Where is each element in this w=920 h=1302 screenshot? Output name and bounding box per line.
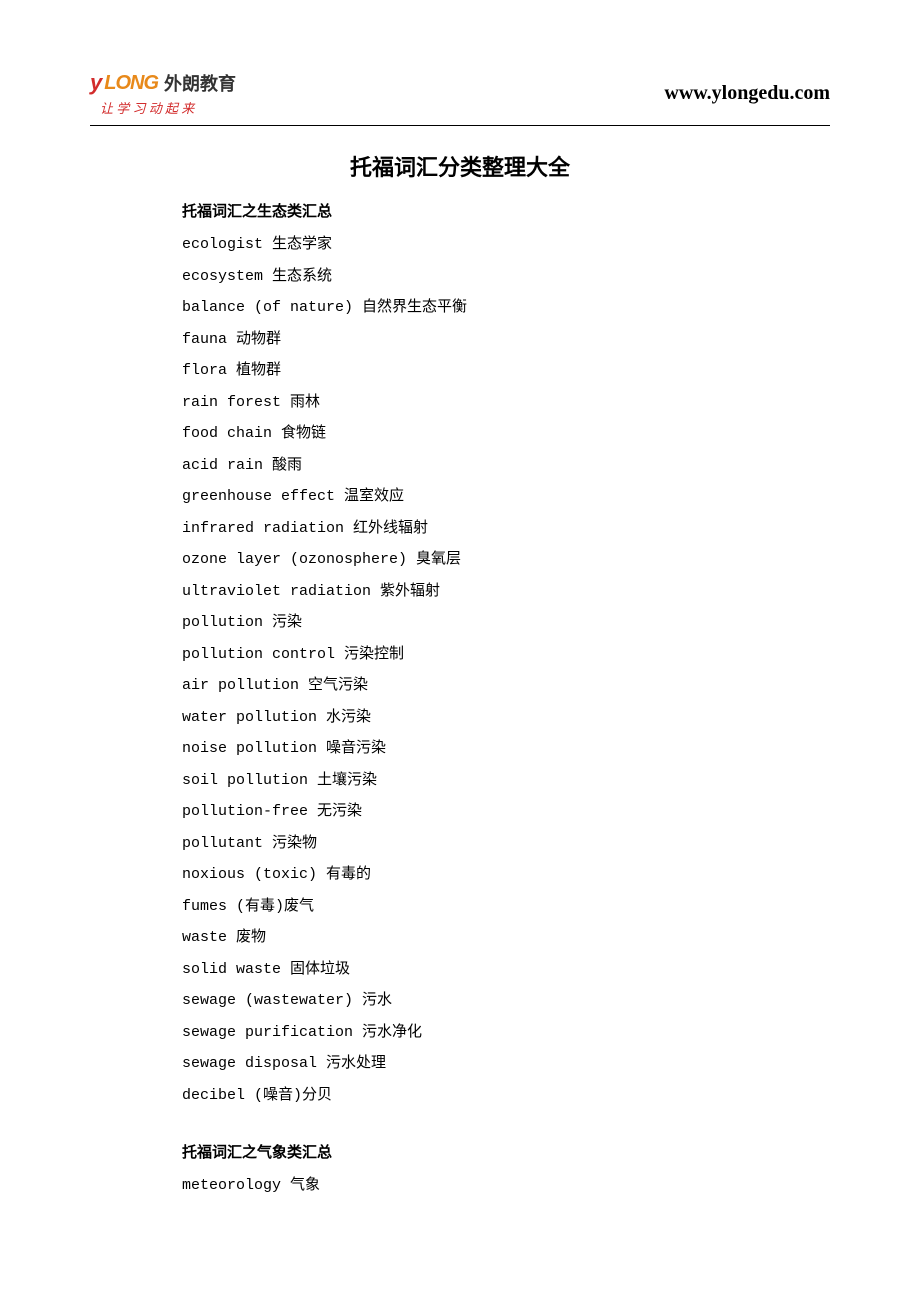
- vocab-entry: infrared radiation 红外线辐射: [182, 513, 830, 545]
- vocab-entry: rain forest 雨林: [182, 387, 830, 419]
- vocab-entry: flora 植物群: [182, 355, 830, 387]
- vocab-entry: noise pollution 噪音污染: [182, 733, 830, 765]
- header-url: www.ylongedu.com: [664, 82, 830, 105]
- vocab-entry: acid rain 酸雨: [182, 450, 830, 482]
- vocab-entry: solid waste 固体垃圾: [182, 954, 830, 986]
- logo-text-cn: 外朗教育: [164, 70, 236, 96]
- vocab-entry: pollution-free 无污染: [182, 796, 830, 828]
- section-heading: 托福词汇之生态类汇总: [182, 200, 830, 221]
- vocab-entry: greenhouse effect 温室效应: [182, 481, 830, 513]
- vocab-entry: soil pollution 土壤污染: [182, 765, 830, 797]
- vocab-entry: sewage disposal 污水处理: [182, 1048, 830, 1080]
- vocab-entry: pollutant 污染物: [182, 828, 830, 860]
- vocab-entry: ecologist 生态学家: [182, 229, 830, 261]
- vocab-entry: sewage (wastewater) 污水: [182, 985, 830, 1017]
- vocab-entry: meteorology 气象: [182, 1170, 830, 1202]
- header-divider: [90, 125, 830, 126]
- vocab-entry: air pollution 空气污染: [182, 670, 830, 702]
- vocab-entry: pollution 污染: [182, 607, 830, 639]
- section-meteorology: 托福词汇之气象类汇总 meteorology 气象: [182, 1141, 830, 1202]
- vocab-entry: balance (of nature) 自然界生态平衡: [182, 292, 830, 324]
- vocab-entry: decibel (噪音)分贝: [182, 1080, 830, 1112]
- logo-slogan: 让 学 习 动 起 来: [100, 98, 194, 117]
- vocab-entry: waste 废物: [182, 922, 830, 954]
- vocab-entry: fumes (有毒)废气: [182, 891, 830, 923]
- document-title: 托福词汇分类整理大全: [90, 150, 830, 182]
- page-header: y LONG 外朗教育 让 学 习 动 起 来 www.ylongedu.com: [90, 70, 830, 117]
- document-page: y LONG 外朗教育 让 学 习 动 起 来 www.ylongedu.com…: [0, 0, 920, 1292]
- vocab-entry: fauna 动物群: [182, 324, 830, 356]
- logo-icon: y: [90, 70, 102, 96]
- section-heading: 托福词汇之气象类汇总: [182, 1141, 830, 1162]
- vocab-entry: sewage purification 污水净化: [182, 1017, 830, 1049]
- section-ecology: 托福词汇之生态类汇总 ecologist 生态学家 ecosystem 生态系统…: [182, 200, 830, 1111]
- vocab-entry: water pollution 水污染: [182, 702, 830, 734]
- vocab-entry: ecosystem 生态系统: [182, 261, 830, 293]
- logo-block: y LONG 外朗教育 让 学 习 动 起 来: [90, 70, 236, 117]
- document-content: 托福词汇之生态类汇总 ecologist 生态学家 ecosystem 生态系统…: [90, 200, 830, 1202]
- vocab-entry: ultraviolet radiation 紫外辐射: [182, 576, 830, 608]
- vocab-entry: food chain 食物链: [182, 418, 830, 450]
- logo-text-en: LONG: [104, 72, 158, 95]
- logo-row: y LONG 外朗教育: [90, 70, 236, 96]
- vocab-entry: pollution control 污染控制: [182, 639, 830, 671]
- vocab-entry: ozone layer (ozonosphere) 臭氧层: [182, 544, 830, 576]
- vocab-entry: noxious (toxic) 有毒的: [182, 859, 830, 891]
